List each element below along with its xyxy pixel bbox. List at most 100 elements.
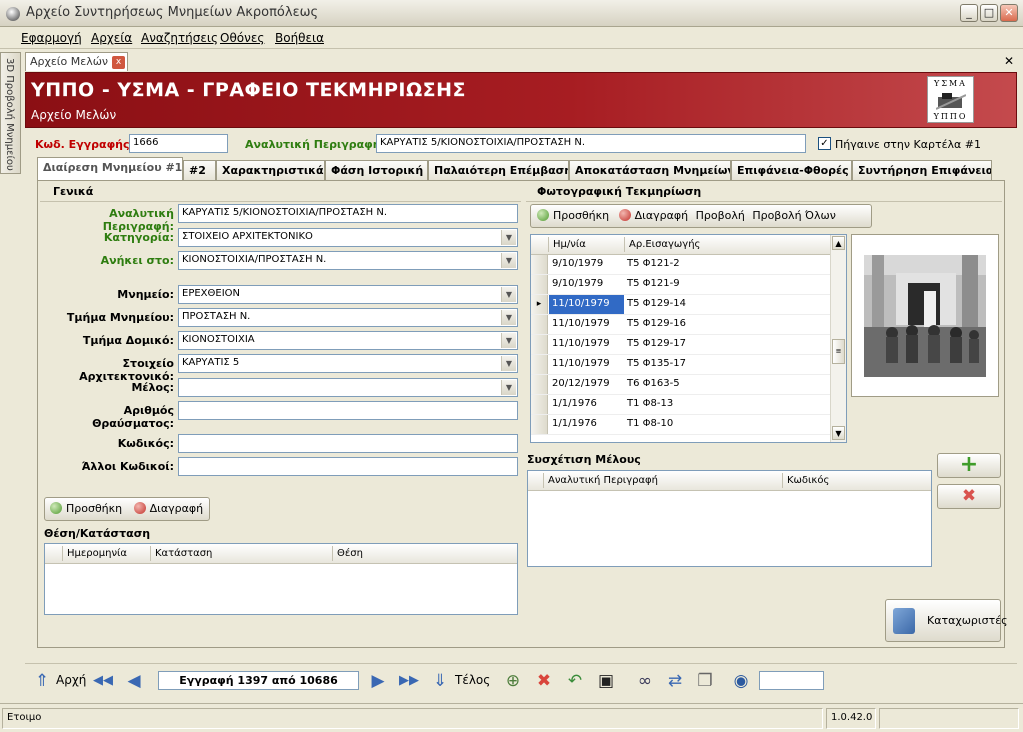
structural-part-combo[interactable]: ΚΙΟΝΟΣΤΟΙΧΙΑ ▼ xyxy=(178,331,518,350)
new-record-icon[interactable]: ⊕ xyxy=(502,670,524,692)
delete-record-icon[interactable]: ✖ xyxy=(533,670,555,692)
chevron-down-icon[interactable]: ▼ xyxy=(501,230,516,245)
category-combo[interactable]: ΣΤΟΙΧΕΙΟ ΑΡΧΙΤΕΚΤΟΝΙΚΟ ▼ xyxy=(178,228,518,247)
tab-restoration[interactable]: Αποκατάσταση Μνημείων xyxy=(569,160,731,180)
rewind-icon[interactable]: ◀◀ xyxy=(92,670,114,692)
registrants-button[interactable]: Καταχωριστές xyxy=(885,599,1008,642)
goto-tab-checkbox[interactable]: ✓ xyxy=(818,137,831,150)
globe-icon[interactable]: ◉ xyxy=(730,670,752,692)
tab-surface-conservation[interactable]: Συντήρηση Επιφάνειας xyxy=(852,160,992,180)
tab-division-2[interactable]: #2 xyxy=(183,160,216,180)
member-combo[interactable]: ▼ xyxy=(178,378,518,397)
col-photo-number[interactable]: Αρ.Εισαγωγής xyxy=(629,239,700,250)
photo-row[interactable]: 11/10/1979 Τ5 Φ135-17 xyxy=(531,355,830,375)
save-icon[interactable]: ▣ xyxy=(595,670,617,692)
side-tab-3d-view[interactable]: 3D Προβολή Μνημείου xyxy=(0,52,21,174)
tab-older-intervention[interactable]: Παλαιότερη Επέμβαση xyxy=(428,160,569,180)
chevron-down-icon[interactable]: ▼ xyxy=(501,380,516,395)
photo-row[interactable]: ▸ 11/10/1979 Τ5 Φ129-14 xyxy=(531,295,830,315)
record-code-field[interactable]: 1666 xyxy=(129,134,228,153)
chevron-down-icon[interactable]: ▼ xyxy=(501,253,516,268)
row-selector[interactable] xyxy=(531,275,548,294)
chevron-down-icon[interactable]: ▼ xyxy=(501,356,516,371)
remove-relation-button[interactable]: ✖ xyxy=(937,484,1001,509)
undo-icon[interactable]: ↶ xyxy=(564,670,586,692)
photo-row[interactable]: 1/1/1976 Τ1 Φ8-10 xyxy=(531,415,830,435)
row-selector[interactable] xyxy=(531,375,548,394)
delete-position-button[interactable]: Διαγραφή xyxy=(133,502,203,515)
photo-row[interactable]: 1/1/1976 Τ1 Φ8-13 xyxy=(531,395,830,415)
record-counter[interactable]: Εγγραφή 1397 από 10686 xyxy=(158,671,359,690)
fast-forward-icon[interactable]: ▶▶ xyxy=(398,670,420,692)
chevron-down-icon[interactable]: ▼ xyxy=(501,310,516,325)
view-photo-button[interactable]: Προβολή xyxy=(696,209,745,222)
row-selector[interactable] xyxy=(531,355,548,374)
photo-grid[interactable]: Ημ/νία Αρ.Εισαγωγής 9/10/1979 Τ5 Φ121-2 9/… xyxy=(530,234,847,443)
scroll-down-icon[interactable]: ▼ xyxy=(832,426,845,440)
row-selector[interactable] xyxy=(531,415,548,434)
position-grid[interactable]: Ημερομηνία Κατάσταση Θέση xyxy=(44,543,518,615)
tab-division-1[interactable]: Διαίρεση Μνημείου #1 xyxy=(37,157,183,181)
description-field[interactable]: ΚΑΡΥΑΤΙΣ 5/ΚΙΟΝΟΣΤΟΙΧΙΑ/ΠΡΟΣΤΑΣΗ Ν. xyxy=(178,204,518,223)
col-status[interactable]: Κατάσταση xyxy=(155,548,212,559)
last-record-button[interactable]: Τέλος xyxy=(455,673,490,687)
header-description-field[interactable]: ΚΑΡΥΑΤΙΣ 5/ΚΙΟΝΟΣΤΟΙΧΙΑ/ΠΡΟΣΤΑΣΗ Ν. xyxy=(376,134,806,153)
tab-characteristics[interactable]: Χαρακτηριστικά xyxy=(216,160,325,180)
copy-icon[interactable]: ❐ xyxy=(694,670,716,692)
document-tab[interactable]: Αρχείο Μελών x xyxy=(25,52,128,71)
minimize-button[interactable]: _ xyxy=(960,4,978,22)
next-record-icon[interactable]: ▶ xyxy=(367,670,389,692)
menu-application[interactable]: Εφαρμογή xyxy=(21,31,82,45)
scroll-up-icon[interactable]: ▲ xyxy=(832,236,845,250)
architectural-element-combo[interactable]: ΚΑΡΥΑΤΙΣ 5 ▼ xyxy=(178,354,518,373)
photo-row[interactable]: 9/10/1979 Τ5 Φ121-9 xyxy=(531,275,830,295)
other-codes-field[interactable] xyxy=(178,457,518,476)
belongs-to-combo[interactable]: ΚΙΟΝΟΣΤΟΙΧΙΑ/ΠΡΟΣΤΑΣΗ Ν. ▼ xyxy=(178,251,518,270)
photo-row[interactable]: 9/10/1979 Τ5 Φ121-2 xyxy=(531,255,830,275)
add-relation-button[interactable]: + xyxy=(937,453,1001,478)
menu-files[interactable]: Αρχεία xyxy=(91,31,132,45)
last-record-icon[interactable]: ⇓ xyxy=(429,670,451,692)
photo-grid-scrollbar[interactable]: ▲ ≡ ▼ xyxy=(830,235,846,442)
row-selector[interactable] xyxy=(531,395,548,414)
tab-historic-phase[interactable]: Φάση Ιστορική xyxy=(325,160,428,180)
photo-row[interactable]: 11/10/1979 Τ5 Φ129-16 xyxy=(531,315,830,335)
add-photo-button[interactable]: Προσθήκη xyxy=(537,209,609,222)
photo-row[interactable]: 20/12/1979 Τ6 Φ163-5 xyxy=(531,375,830,395)
row-selector[interactable]: ▸ xyxy=(531,295,548,314)
photo-row[interactable]: 11/10/1979 Τ5 Φ129-17 xyxy=(531,335,830,355)
monument-part-combo[interactable]: ΠΡΟΣΤΑΣΗ Ν. ▼ xyxy=(178,308,518,327)
globe-input[interactable] xyxy=(759,671,824,690)
previous-record-icon[interactable]: ◀ xyxy=(123,670,145,692)
fragment-number-field[interactable] xyxy=(178,401,518,420)
photo-preview[interactable] xyxy=(851,234,999,397)
document-close-button[interactable]: ✕ xyxy=(1000,52,1018,70)
delete-photo-button[interactable]: Διαγραφή xyxy=(618,209,688,222)
relation-grid[interactable]: Αναλυτική Περιγραφή Κωδικός xyxy=(527,470,932,567)
chevron-down-icon[interactable]: ▼ xyxy=(501,333,516,348)
col-photo-date[interactable]: Ημ/νία xyxy=(553,239,586,250)
maximize-button[interactable]: □ xyxy=(980,4,998,22)
add-position-button[interactable]: Προσθήκη xyxy=(50,502,122,515)
menu-help[interactable]: Βοήθεια xyxy=(275,31,324,45)
col-relation-description[interactable]: Αναλυτική Περιγραφή xyxy=(548,475,658,486)
col-date[interactable]: Ημερομηνία xyxy=(67,548,127,559)
scroll-thumb[interactable]: ≡ xyxy=(832,339,845,364)
monument-combo[interactable]: ΕΡΕΧΘΕΙΟΝ ▼ xyxy=(178,285,518,304)
binoculars-icon[interactable]: ∞ xyxy=(634,670,656,692)
col-position[interactable]: Θέση xyxy=(337,548,363,559)
first-record-button[interactable]: Αρχή xyxy=(56,673,86,687)
row-selector[interactable] xyxy=(531,255,548,274)
tab-surface-damage[interactable]: Επιφάνεια-Φθορές xyxy=(731,160,852,180)
col-relation-code[interactable]: Κωδικός xyxy=(787,475,829,486)
row-selector[interactable] xyxy=(531,315,548,334)
row-selector[interactable] xyxy=(531,335,548,354)
close-button[interactable]: ✕ xyxy=(1000,4,1018,22)
refresh-icon[interactable]: ⇄ xyxy=(664,670,686,692)
first-record-icon[interactable]: ⇑ xyxy=(31,670,53,692)
document-tab-close-icon[interactable]: x xyxy=(112,56,125,69)
menu-screens[interactable]: Οθόνες xyxy=(220,31,264,45)
menu-searches[interactable]: Αναζητήσεις xyxy=(141,31,218,45)
code-field[interactable] xyxy=(178,434,518,453)
view-all-photos-button[interactable]: Προβολή Όλων xyxy=(752,209,836,222)
